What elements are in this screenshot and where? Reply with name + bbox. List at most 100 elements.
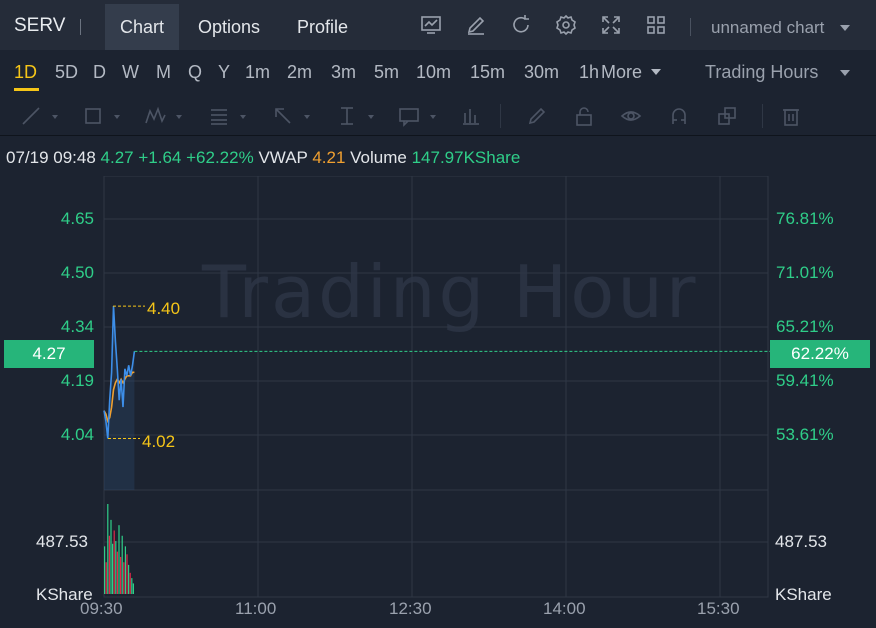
volume-bar	[126, 554, 128, 594]
lock-icon[interactable]	[573, 105, 595, 127]
price-axis-label: 4.04	[60, 425, 94, 444]
rectangle-icon[interactable]	[82, 105, 104, 127]
chevron-down-icon[interactable]	[176, 115, 182, 119]
time-axis-label: 11:00	[235, 599, 277, 618]
quote-datetime: 07/19 09:48	[6, 148, 96, 167]
interval-15m[interactable]: 15m	[470, 62, 505, 83]
visibility-eye-icon[interactable]	[620, 105, 642, 127]
time-axis-label: 09:30	[80, 599, 123, 618]
interval-2m[interactable]: 2m	[287, 62, 312, 83]
volume-bar	[104, 546, 106, 594]
chevron-down-icon[interactable]	[52, 115, 58, 119]
ticker-divider	[80, 19, 81, 35]
interval-1m[interactable]: 1m	[245, 62, 270, 83]
trash-icon[interactable]	[780, 105, 802, 127]
tab-profile[interactable]: Profile	[282, 4, 363, 50]
volume-unit-label: KShare	[775, 585, 832, 604]
pct-axis-label: 59.41%	[776, 371, 834, 390]
interval-q[interactable]: Q	[188, 62, 202, 83]
interval-d[interactable]: D	[93, 62, 106, 83]
trend-line-icon[interactable]	[20, 105, 42, 127]
time-axis-label: 12:30	[389, 599, 432, 618]
volume-bar	[116, 551, 118, 594]
volume-bars	[104, 504, 134, 594]
draw-pen-icon[interactable]	[465, 14, 487, 36]
volume-bar	[115, 541, 117, 594]
interval-5d[interactable]: 5D	[55, 62, 78, 83]
chevron-down-icon[interactable]	[840, 70, 850, 76]
volume-bar	[107, 504, 109, 594]
trading-hours-dropdown[interactable]: Trading Hours	[705, 62, 818, 83]
toolbar-divider	[690, 18, 691, 36]
fibonacci-icon[interactable]	[208, 105, 230, 127]
indicator-icon[interactable]	[420, 14, 442, 36]
volume-bar	[110, 519, 112, 594]
intraday-chart[interactable]	[0, 176, 876, 628]
measure-icon[interactable]	[460, 105, 482, 127]
interval-more[interactable]: More	[601, 62, 642, 83]
current-price-tag: 4.27	[4, 340, 94, 368]
volume-value: 147.97KShare	[411, 148, 521, 167]
active-interval-underline	[14, 88, 39, 91]
text-note-icon[interactable]	[398, 105, 420, 127]
chevron-down-icon[interactable]	[840, 25, 850, 31]
volume-bar	[112, 543, 114, 594]
drawing-toolbar	[0, 96, 876, 136]
ticker-symbol[interactable]: SERV	[14, 15, 65, 37]
quote-info-line: 07/19 09:48 4.27 +1.64 +62.22% VWAP 4.21…	[6, 148, 520, 168]
chevron-down-icon[interactable]	[114, 115, 120, 119]
vwap-value: 4.21	[312, 148, 346, 167]
chart-name-dropdown[interactable]: unnamed chart	[711, 18, 824, 38]
interval-30m[interactable]: 30m	[524, 62, 559, 83]
price-axis-label: 4.19	[60, 371, 94, 390]
fullscreen-icon[interactable]	[600, 14, 622, 36]
layout-grid-icon[interactable]	[645, 14, 667, 36]
pattern-icon[interactable]	[144, 105, 166, 127]
interval-1h[interactable]: 1h	[579, 62, 599, 83]
interval-m[interactable]: M	[156, 62, 171, 83]
brush-icon[interactable]	[526, 105, 548, 127]
high-price-label: 4.40	[147, 299, 181, 318]
volume-bar	[129, 572, 131, 594]
quote-change: +1.64	[138, 148, 182, 167]
volume-axis-label: 487.53	[775, 532, 827, 551]
pct-axis-label: 65.21%	[776, 317, 834, 336]
volume-bar	[113, 530, 115, 594]
chevron-down-icon[interactable]	[304, 115, 310, 119]
refresh-icon[interactable]	[510, 14, 532, 36]
interval-1d[interactable]: 1D	[14, 62, 37, 83]
interval-5m[interactable]: 5m	[374, 62, 399, 83]
interval-y[interactable]: Y	[218, 62, 230, 83]
low-price-label: 4.02	[142, 432, 176, 451]
volume-bar	[123, 562, 125, 594]
settings-gear-icon[interactable]	[555, 14, 577, 36]
volume-bar	[108, 535, 110, 594]
volume-bar	[105, 562, 107, 594]
price-range-icon[interactable]	[336, 105, 358, 127]
volume-bar	[131, 578, 133, 594]
quote-change-pct: +62.22%	[186, 148, 254, 167]
interval-3m[interactable]: 3m	[331, 62, 356, 83]
vwap-label: VWAP	[258, 148, 308, 167]
chart-grid	[103, 176, 769, 598]
interval-w[interactable]: W	[122, 62, 139, 83]
volume-bar	[124, 546, 126, 594]
interval-10m[interactable]: 10m	[416, 62, 451, 83]
volume-axis-label: 487.53	[36, 532, 88, 551]
magnet-icon[interactable]	[668, 105, 690, 127]
pct-axis-label: 53.61%	[776, 425, 834, 444]
clone-icon[interactable]	[716, 105, 738, 127]
chevron-down-icon[interactable]	[430, 115, 436, 119]
quote-price: 4.27	[100, 148, 134, 167]
volume-bar	[121, 535, 123, 594]
chevron-down-icon[interactable]	[651, 69, 661, 75]
volume-bar	[128, 564, 130, 594]
price-axis-label: 4.50	[60, 263, 94, 282]
tab-options[interactable]: Options	[183, 4, 275, 50]
chevron-down-icon[interactable]	[368, 115, 374, 119]
arrow-icon[interactable]	[272, 105, 294, 127]
tab-chart[interactable]: Chart	[105, 4, 180, 50]
chevron-down-icon[interactable]	[240, 115, 246, 119]
price-axis-label: 4.65	[60, 209, 94, 228]
pct-axis-label: 71.01%	[776, 263, 834, 282]
